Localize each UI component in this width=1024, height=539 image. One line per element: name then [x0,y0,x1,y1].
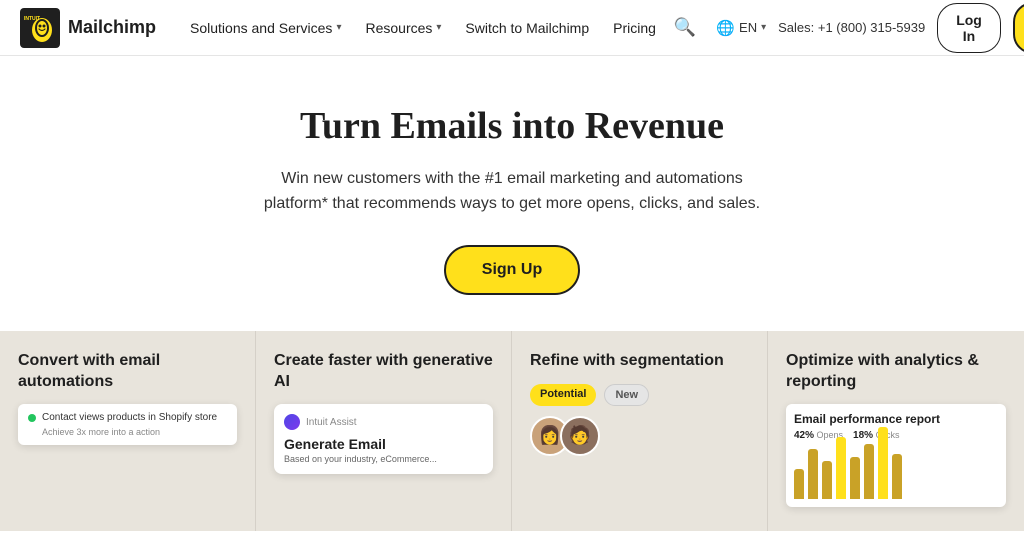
chevron-down-icon: ▾ [336,22,341,33]
analytics-mockup: Email performance report 42% Opens 18% C… [786,404,1006,507]
mailchimp-logo-icon: INTUIT [20,8,60,48]
login-button[interactable]: Log In [937,3,1001,53]
features-section: Convert with email automations Contact v… [0,331,1024,531]
feature-card-segmentation: Refine with segmentation Potential New 👩… [512,331,768,531]
nav-solutions[interactable]: Solutions and Services ▾ [180,14,351,42]
feature-title-ai: Create faster with generative AI [274,351,493,393]
brand-name: Mailchimp [68,17,156,38]
bar-3 [822,461,832,499]
hero-section: Turn Emails into Revenue Win new custome… [0,56,1024,331]
bar-8 [892,454,902,499]
search-button[interactable]: 🔍 [666,13,704,42]
ai-mockup: Intuit Assist Generate Email Based on yo… [274,404,493,474]
feature-title-automations: Convert with email automations [18,351,237,393]
status-dot [28,414,36,422]
ai-sub-label: Based on your industry, eCommerce... [284,454,483,464]
feature-card-automations: Convert with email automations Contact v… [0,331,256,531]
report-title: Email performance report [794,412,998,426]
bar-7 [878,427,888,499]
mockup-text: Contact views products in Shopify store [42,412,217,423]
chevron-down-icon: ▾ [436,22,441,33]
ai-generate-label: Generate Email [284,436,483,452]
nav-links: Solutions and Services ▾ Resources ▾ Swi… [180,14,666,42]
bar-4 [836,437,846,499]
feature-card-analytics: Optimize with analytics & reporting Emai… [768,331,1024,531]
nav-switch[interactable]: Switch to Mailchimp [455,14,599,42]
ai-badge: Intuit Assist [306,417,357,428]
bar-1 [794,469,804,499]
nav-actions: 🔍 🌐 EN ▾ Sales: +1 (800) 315-5939 Log In… [666,2,1024,54]
globe-icon: 🌐 [716,19,735,37]
bar-5 [850,457,860,499]
nav-pricing[interactable]: Pricing [603,14,666,42]
signup-button-hero[interactable]: Sign Up [444,245,580,295]
feature-title-analytics: Optimize with analytics & reporting [786,351,1006,393]
navbar: INTUIT Mailchimp Solutions and Services … [0,0,1024,56]
language-selector[interactable]: 🌐 EN ▾ [716,19,766,37]
badge-potential: Potential [530,384,596,406]
logo[interactable]: INTUIT Mailchimp [20,8,156,48]
automations-mockup: Contact views products in Shopify store … [18,404,237,445]
pricing-label: Pricing [613,20,656,36]
solutions-label: Solutions and Services [190,20,332,36]
stat-clicks: 18% Clicks [853,430,900,441]
segmentation-badges: Potential New [530,384,749,406]
bar-2 [808,449,818,499]
switch-label: Switch to Mailchimp [465,20,589,36]
segmentation-avatars: 👩 🧑 [530,416,749,456]
sales-number: Sales: +1 (800) 315-5939 [778,20,925,35]
hero-headline: Turn Emails into Revenue [300,104,724,150]
avatar-2: 🧑 [560,416,600,456]
hero-subtext: Win new customers with the #1 email mark… [252,166,772,217]
feature-card-ai: Create faster with generative AI Intuit … [256,331,512,531]
lang-label: EN [739,20,757,35]
badge-new: New [604,384,649,406]
nav-resources[interactable]: Resources ▾ [355,14,451,42]
chevron-down-icon: ▾ [761,22,766,33]
feature-title-segmentation: Refine with segmentation [530,351,749,372]
ai-header: Intuit Assist [284,414,483,430]
signup-button-nav[interactable]: Sign Up [1013,2,1024,54]
bar-6 [864,444,874,499]
analytics-stats: 42% Opens 18% Clicks [794,430,998,441]
svg-text:INTUIT: INTUIT [24,16,40,22]
intuit-assist-icon [284,414,300,430]
mockup-sub: Achieve 3x more into a action [28,427,227,437]
resources-label: Resources [365,20,432,36]
bar-chart [794,449,998,499]
